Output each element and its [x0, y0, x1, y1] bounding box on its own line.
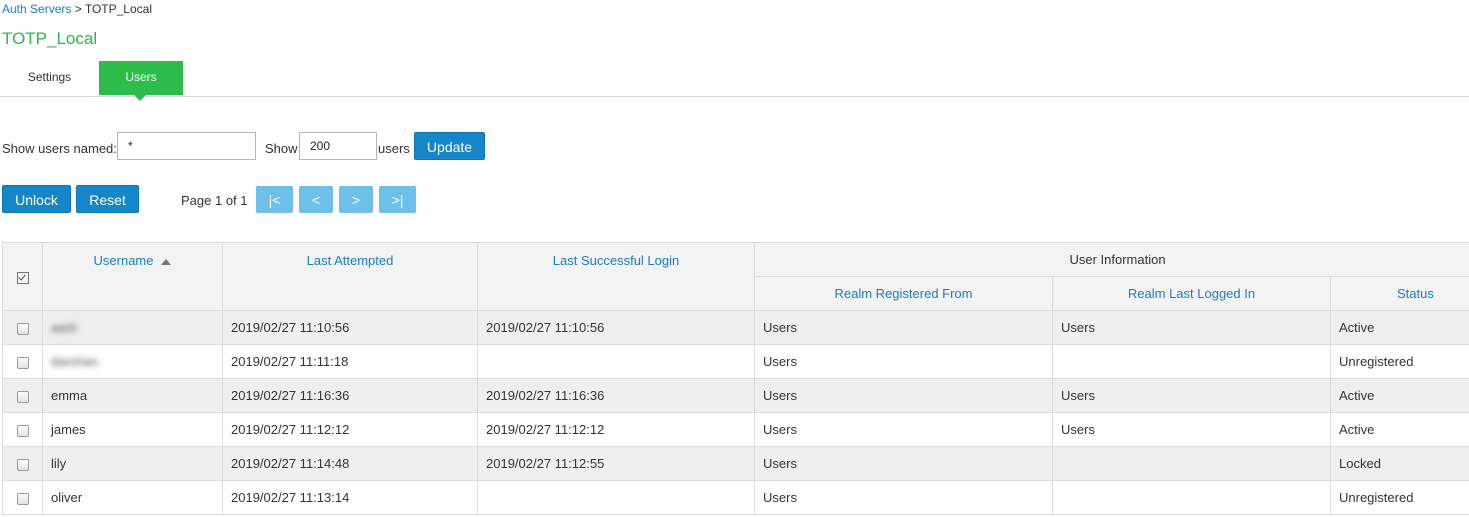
- sort-ascending-icon[interactable]: [161, 258, 172, 265]
- status-cell: Active: [1329, 412, 1469, 447]
- realm-last-cell: Users: [1052, 378, 1331, 413]
- row-checkbox[interactable]: [16, 492, 29, 505]
- last-page-button[interactable]: >|: [379, 186, 416, 213]
- username-column-header[interactable]: Username: [42, 242, 223, 311]
- tab-bar: Settings Users: [0, 61, 1469, 101]
- update-button[interactable]: Update: [414, 132, 485, 160]
- breadcrumb-current: TOTP_Local: [84, 2, 152, 16]
- page-title: TOTP_Local: [2, 29, 98, 48]
- username-cell: emma: [42, 378, 223, 413]
- last-success-cell: 2019/02/27 11:12:12: [477, 412, 755, 447]
- show-users-named-label: Show users named:: [2, 141, 117, 156]
- realm-registered-cell: Users: [754, 446, 1053, 481]
- active-tab-indicator: [134, 95, 146, 101]
- reset-button[interactable]: Reset: [76, 185, 139, 213]
- username-filter-input[interactable]: [117, 132, 256, 160]
- status-cell: Active: [1329, 310, 1469, 345]
- realm-last-cell: [1052, 344, 1331, 379]
- next-page-button[interactable]: >: [339, 186, 373, 213]
- last-attempted-cell: 2019/02/27 11:13:14: [222, 480, 478, 515]
- realm-registered-cell: Users: [754, 310, 1053, 345]
- realm-last-cell: [1052, 480, 1331, 515]
- username-cell: james: [42, 412, 223, 447]
- table-row[interactable]: aarti 2019/02/27 11:10:56 2019/02/27 11:…: [2, 310, 1469, 345]
- realm-registered-cell: Users: [754, 378, 1053, 413]
- table-row[interactable]: oliver 2019/02/27 11:13:14 Users Unregis…: [2, 480, 1469, 515]
- status-cell: Locked: [1329, 446, 1469, 481]
- row-checkbox[interactable]: [16, 458, 29, 471]
- user-information-header: User Information: [753, 242, 1469, 277]
- realm-registered-cell: Users: [754, 344, 1053, 379]
- unlock-button[interactable]: Unlock: [2, 185, 71, 213]
- username-cell: aarti: [51, 320, 77, 335]
- status-cell: Active: [1329, 378, 1469, 413]
- row-checkbox[interactable]: [16, 390, 29, 403]
- row-checkbox[interactable]: [16, 424, 29, 437]
- last-attempted-cell: 2019/02/27 11:11:18: [222, 344, 478, 379]
- realm-last-cell: Users: [1052, 412, 1331, 447]
- show-label: Show: [265, 141, 298, 156]
- last-success-cell: 2019/02/27 11:16:36: [477, 378, 755, 413]
- table-row[interactable]: darshan 2019/02/27 11:11:18 Users Unregi…: [2, 344, 1469, 379]
- tab-settings[interactable]: Settings: [0, 61, 99, 95]
- status-cell: Unregistered: [1329, 480, 1469, 515]
- row-checkbox[interactable]: [16, 356, 29, 369]
- last-attempted-cell: 2019/02/27 11:10:56: [222, 310, 478, 345]
- realm-last-cell: Users: [1052, 310, 1331, 345]
- last-attempted-cell: 2019/02/27 11:14:48: [222, 446, 478, 481]
- table-row[interactable]: james 2019/02/27 11:12:12 2019/02/27 11:…: [2, 412, 1469, 447]
- username-cell: darshan: [51, 354, 98, 369]
- username-cell: oliver: [42, 480, 223, 515]
- last-success-cell: [477, 480, 755, 515]
- tab-users[interactable]: Users: [99, 61, 183, 101]
- username-header-label[interactable]: Username: [94, 253, 154, 268]
- realm-registered-from-column-header[interactable]: Realm Registered From: [754, 276, 1053, 311]
- select-all-header[interactable]: [2, 242, 43, 311]
- users-label: users: [378, 141, 410, 156]
- status-cell: Unregistered: [1329, 344, 1469, 379]
- user-count-input[interactable]: [299, 132, 377, 160]
- realm-last-cell: [1052, 446, 1331, 481]
- realm-registered-cell: Users: [754, 412, 1053, 447]
- select-all-icon[interactable]: [16, 271, 29, 284]
- tab-users-label: Users: [125, 70, 157, 84]
- realm-registered-cell: Users: [754, 480, 1053, 515]
- status-column-header[interactable]: Status: [1329, 276, 1469, 311]
- breadcrumb-separator: >: [71, 2, 85, 16]
- users-table: Username Last Attempted Last Successful …: [2, 242, 1469, 515]
- breadcrumb-link-auth-servers[interactable]: Auth Servers: [2, 2, 71, 16]
- last-attempted-column-header[interactable]: Last Attempted: [222, 242, 478, 311]
- first-page-button[interactable]: |<: [256, 186, 293, 213]
- realm-last-logged-in-column-header[interactable]: Realm Last Logged In: [1052, 276, 1331, 311]
- username-cell: lily: [42, 446, 223, 481]
- table-row[interactable]: emma 2019/02/27 11:16:36 2019/02/27 11:1…: [2, 378, 1469, 413]
- breadcrumb: Auth Servers > TOTP_Local: [2, 2, 152, 16]
- last-success-cell: 2019/02/27 11:10:56: [477, 310, 755, 345]
- previous-page-button[interactable]: <: [299, 186, 333, 213]
- last-attempted-cell: 2019/02/27 11:12:12: [222, 412, 478, 447]
- page-info: Page 1 of 1: [181, 193, 248, 208]
- row-checkbox[interactable]: [16, 322, 29, 335]
- table-row[interactable]: lily 2019/02/27 11:14:48 2019/02/27 11:1…: [2, 446, 1469, 481]
- last-attempted-cell: 2019/02/27 11:16:36: [222, 378, 478, 413]
- last-success-cell: [477, 344, 755, 379]
- last-successful-login-column-header[interactable]: Last Successful Login: [477, 242, 755, 311]
- last-success-cell: 2019/02/27 11:12:55: [477, 446, 755, 481]
